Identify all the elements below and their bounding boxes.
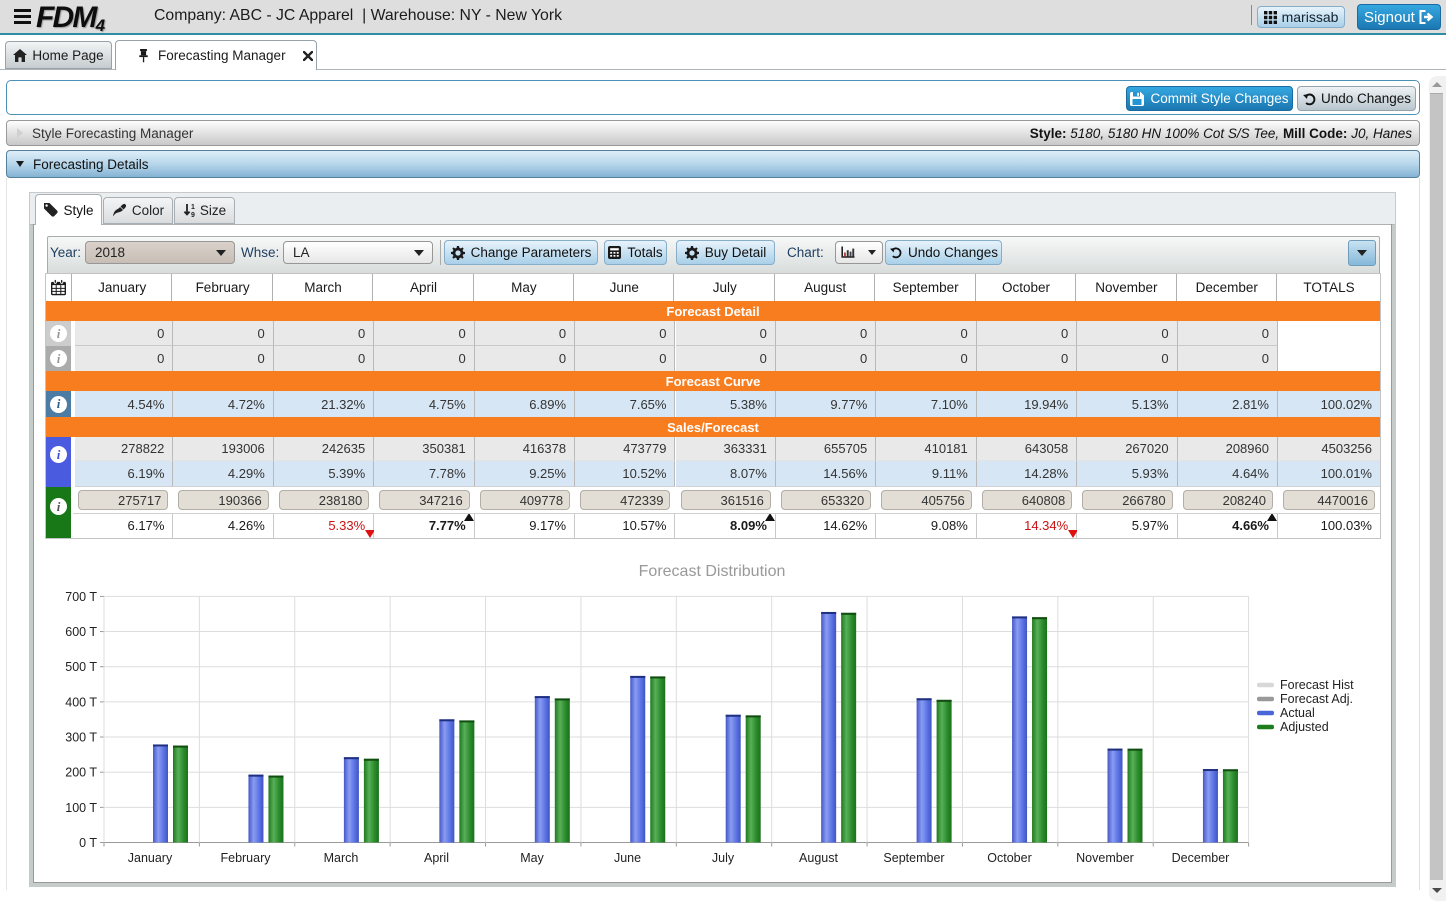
svg-text:January: January: [128, 851, 173, 865]
svg-text:December: December: [1172, 851, 1230, 865]
svg-text:200 T: 200 T: [65, 766, 97, 780]
svg-text:October: October: [987, 851, 1031, 865]
svg-text:9: 9: [191, 212, 195, 218]
svg-text:700 T: 700 T: [65, 590, 97, 604]
svg-text:September: September: [883, 851, 944, 865]
svg-text:Forecast Hist: Forecast Hist: [1280, 678, 1354, 692]
svg-text:July: July: [712, 851, 735, 865]
svg-text:March: March: [324, 851, 359, 865]
svg-text:400 T: 400 T: [65, 695, 97, 709]
svg-text:February: February: [220, 851, 271, 865]
svg-text:April: April: [424, 851, 449, 865]
svg-text:August: August: [799, 851, 838, 865]
svg-text:600 T: 600 T: [65, 625, 97, 639]
svg-text:0 T: 0 T: [79, 836, 97, 850]
svg-text:Actual: Actual: [1280, 706, 1315, 720]
svg-text:100 T: 100 T: [65, 801, 97, 815]
svg-text:Forecast Distribution: Forecast Distribution: [639, 563, 786, 580]
svg-text:Adjusted: Adjusted: [1280, 720, 1329, 734]
svg-text:May: May: [520, 851, 544, 865]
svg-text:1: 1: [191, 204, 195, 211]
svg-text:300 T: 300 T: [65, 731, 97, 745]
svg-text:Forecast Adj.: Forecast Adj.: [1280, 692, 1353, 706]
svg-text:500 T: 500 T: [65, 660, 97, 674]
svg-text:November: November: [1076, 851, 1134, 865]
svg-text:June: June: [614, 851, 641, 865]
